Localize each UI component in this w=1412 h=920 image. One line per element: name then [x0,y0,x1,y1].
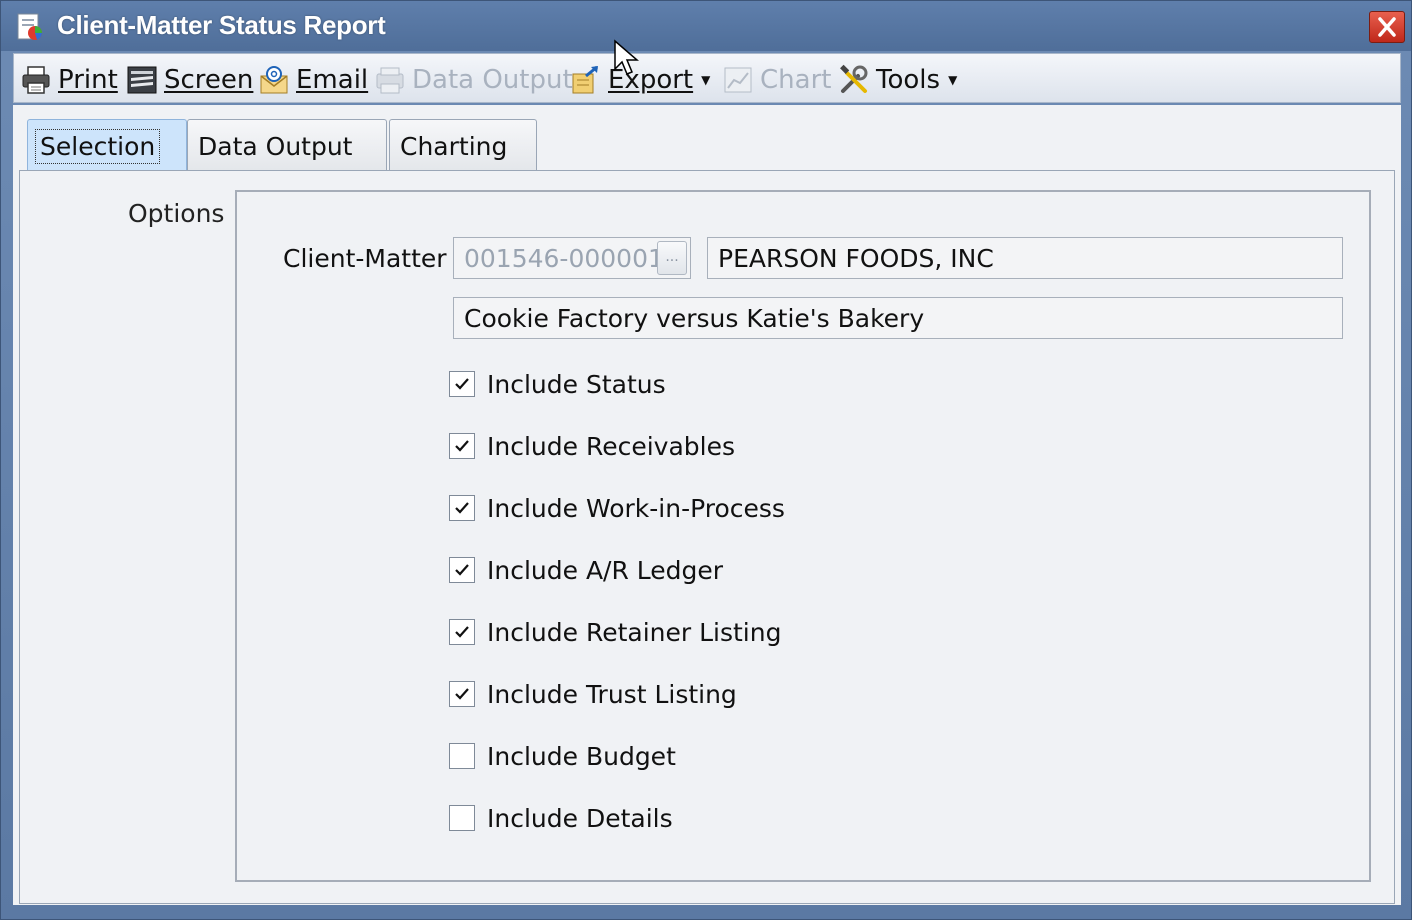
include-budget-checkbox[interactable] [449,743,475,769]
include-work-in-process-label: Include Work-in-Process [487,493,785,523]
include-trust-listing-checkbox[interactable] [449,681,475,707]
matter-description-field[interactable]: Cookie Factory versus Katie's Bakery [453,297,1343,339]
export-dropdown-icon: ▼ [701,73,711,87]
include-work-in-process-option[interactable]: Include Work-in-Process [449,493,785,523]
include-retainer-listing-option[interactable]: Include Retainer Listing [449,617,781,647]
close-icon [1378,17,1396,37]
title-bar[interactable]: Client-Matter Status Report [1,1,1411,51]
data-output-icon [376,67,404,94]
checkmark-icon [455,378,469,390]
include-receivables-label: Include Receivables [487,431,735,461]
tab-selection-label: Selection [34,129,161,164]
options-groupbox: Client-Matter 001546-000001 ... PEARSON … [235,190,1371,882]
tab-charting-label: Charting [400,132,508,161]
print-button[interactable]: Print [20,62,118,98]
include-budget-option[interactable]: Include Budget [449,741,676,771]
include-ar-ledger-checkbox[interactable] [449,557,475,583]
client-matter-label: Client-Matter [283,244,447,273]
tools-dropdown-icon: ▼ [948,73,958,87]
include-receivables-option[interactable]: Include Receivables [449,431,735,461]
include-details-checkbox[interactable] [449,805,475,831]
close-button[interactable] [1369,11,1405,43]
include-status-label: Include Status [487,369,666,399]
include-status-option[interactable]: Include Status [449,369,666,399]
email-button[interactable]: Email [258,62,368,98]
email-icon [260,66,288,94]
include-trust-listing-label: Include Trust Listing [487,679,737,709]
include-details-option[interactable]: Include Details [449,803,673,833]
screen-label: Screen [164,65,254,95]
chart-button[interactable]: Chart [722,62,831,98]
tools-icon [840,64,868,93]
include-trust-listing-option[interactable]: Include Trust Listing [449,679,737,709]
include-budget-label: Include Budget [487,741,676,771]
window-title: Client-Matter Status Report [57,10,386,40]
tab-charting[interactable]: Charting [389,119,537,173]
include-work-in-process-checkbox[interactable] [449,495,475,521]
tab-data-output[interactable]: Data Output [187,119,387,173]
checkmark-icon [455,440,469,452]
export-icon [572,65,598,94]
include-ar-ledger-label: Include A/R Ledger [487,555,724,585]
include-details-label: Include Details [487,803,673,833]
include-retainer-listing-checkbox[interactable] [449,619,475,645]
selection-panel: Options Client-Matter 001546-000001 ... … [19,170,1395,904]
include-retainer-listing-label: Include Retainer Listing [487,617,782,647]
toolbar: Print Screen Email Data Output Export ▼ … [13,53,1401,103]
client-matter-lookup-button[interactable]: ... [657,241,687,275]
checkmark-icon [455,502,469,514]
chart-icon [724,67,752,93]
mouse-cursor-icon [614,39,640,75]
client-matter-value: 001546-000001 [464,244,664,273]
printer-icon [22,66,50,94]
matter-description-value: Cookie Factory versus Katie's Bakery [464,304,925,333]
screen-icon [127,66,157,94]
data-output-button[interactable]: Data Output [374,62,573,98]
client-name-field[interactable]: PEARSON FOODS, INC [707,237,1343,279]
report-app-icon [17,13,42,40]
checkmark-icon [455,626,469,638]
tab-selection[interactable]: Selection [27,119,187,173]
options-group-label: Options [128,199,225,228]
print-label: Print [58,65,118,95]
include-status-checkbox[interactable] [449,371,475,397]
include-receivables-checkbox[interactable] [449,433,475,459]
data-output-label: Data Output [412,65,573,95]
tab-data-output-label: Data Output [198,132,353,161]
include-ar-ledger-option[interactable]: Include A/R Ledger [449,555,723,585]
tools-label: Tools [876,65,941,95]
report-window: Client-Matter Status Report Print Screen… [0,0,1412,920]
client-matter-field[interactable]: 001546-000001 ... [453,237,691,279]
content-area: Selection Data Output Charting Options C… [13,105,1401,905]
checkmark-icon [455,564,469,576]
email-label: Email [296,65,369,95]
chart-label: Chart [760,65,832,95]
tools-button[interactable]: Tools ▼ [838,62,957,98]
checkmark-icon [455,688,469,700]
screen-button[interactable]: Screen [126,62,253,98]
client-name-value: PEARSON FOODS, INC [718,244,994,273]
